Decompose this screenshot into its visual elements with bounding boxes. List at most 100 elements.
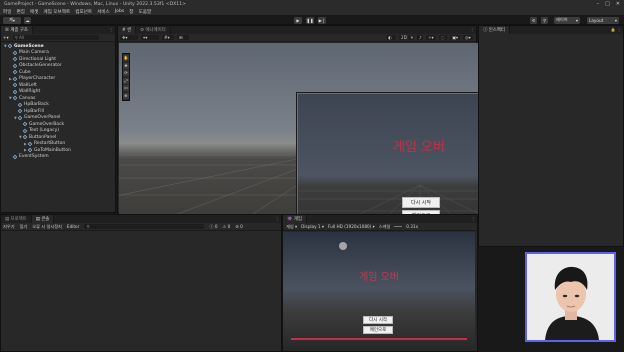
hierarchy-tab-row: ☰ 계층 구조 ⋮: [1, 26, 115, 34]
scale-value: 0.31x: [406, 224, 419, 229]
tab-scene[interactable]: # 씬: [118, 26, 137, 34]
gameobject-icon: [12, 95, 18, 101]
menu-help[interactable]: 도움말: [139, 9, 152, 15]
game-mode-dropdown[interactable]: 게임 ▾: [286, 224, 297, 230]
hierarchy-item-label: RestartButton: [34, 141, 66, 147]
audio-icon[interactable]: ♪: [417, 34, 423, 41]
hand-tool-icon[interactable]: ✋: [123, 55, 129, 61]
panel-menu-icon[interactable]: ⋮: [109, 27, 113, 32]
scale-slider[interactable]: [394, 226, 403, 227]
pivot-dropdown[interactable]: ✥▾: [120, 34, 138, 41]
restart-button[interactable]: 다시 시작: [402, 197, 440, 208]
main-toolbar: 계 ▾ ☁ ▶ ❚❚ ▶❘ ⟲ ⚲ 레이어 ▾ Layout ▾: [0, 15, 624, 25]
rect-tool-icon[interactable]: ▭: [123, 85, 129, 91]
hierarchy-item-label: GameOverBack: [29, 121, 65, 127]
tab-game[interactable]: 👾 게임: [283, 215, 307, 223]
cloud-icon[interactable]: ☁: [24, 16, 31, 24]
panel-menu-icon[interactable]: ⋮: [470, 27, 474, 32]
search-icon[interactable]: ⚲: [541, 16, 548, 24]
tab-hierarchy[interactable]: ☰ 계층 구조: [1, 26, 33, 34]
collapse-button[interactable]: 접기: [20, 224, 28, 230]
camera-icon[interactable]: ▣▾: [450, 34, 460, 41]
error-count[interactable]: ⊘ 0: [235, 224, 243, 229]
clear-button[interactable]: 지우기: [3, 224, 15, 230]
gameobject-icon: [27, 141, 33, 147]
gizmos-icon[interactable]: ◎▾: [463, 34, 473, 41]
account-dropdown[interactable]: 계 ▾: [3, 16, 21, 24]
panel-menu-icon[interactable]: 🔒 ⋮: [611, 27, 621, 32]
scale-tool-icon[interactable]: ⤢: [123, 77, 129, 84]
menu-jobs[interactable]: Jobs: [115, 9, 124, 14]
gameobject-icon: [12, 82, 18, 88]
console-search-input[interactable]: ⚲: [84, 223, 205, 230]
global-dropdown[interactable]: ⌖▾: [141, 34, 159, 41]
gameobject-icon: [22, 121, 28, 127]
scene-toolbar: ✥▾ ⌖▾ #▾ ⊞ ◐ 2D ☀ ♪ ✧▾ ◌ ▣▾ ◎▾: [118, 34, 476, 42]
hierarchy-item-label: Main Camera: [19, 50, 49, 56]
hidden-objects-icon[interactable]: ◌: [439, 34, 447, 41]
hierarchy-item-label: Cube: [19, 69, 31, 75]
gameobject-icon: [27, 147, 33, 153]
2d-toggle[interactable]: 2D: [399, 34, 407, 41]
history-icon[interactable]: ⟲: [530, 16, 537, 24]
window-controls: – □ ✕: [597, 0, 620, 8]
tab-inspector[interactable]: ⓘ 인스펙터: [479, 26, 510, 34]
menu-services[interactable]: 서비스: [97, 9, 110, 15]
lighting-icon[interactable]: ☀: [408, 34, 414, 41]
panel-menu-icon[interactable]: ⋮: [471, 216, 475, 221]
game-viewport[interactable]: 게임 오버 다시 시작 메인으로: [283, 232, 475, 346]
resolution-dropdown[interactable]: Full HD (1920x1080) ▾: [328, 224, 375, 229]
tab-console[interactable]: ▤ 콘솔: [31, 215, 55, 223]
draw-mode-icon[interactable]: ◐: [386, 34, 396, 41]
close-icon[interactable]: ✕: [616, 1, 620, 7]
gameobject-icon: [12, 69, 18, 75]
minimize-icon[interactable]: –: [597, 1, 600, 7]
editor-dropdown[interactable]: Editor: [67, 224, 79, 229]
tab-project[interactable]: ▤ 프로젝트: [1, 215, 32, 223]
error-count-value: 0: [240, 224, 243, 229]
console-tab-label: 콘솔: [41, 217, 50, 222]
gameobject-icon: [17, 108, 23, 114]
game-gameover-text: 게임 오버: [359, 272, 399, 283]
layers-dropdown[interactable]: 레이어 ▾: [554, 16, 580, 24]
menu-gameobject[interactable]: 게임 오브젝트: [43, 9, 70, 15]
mouse-cursor-highlight: [339, 242, 347, 250]
play-button[interactable]: ▶: [294, 16, 302, 24]
console-tab-row: ▤ 프로젝트 ▤ 콘솔 ⋮: [1, 215, 281, 223]
step-button[interactable]: ▶❘: [318, 16, 326, 24]
maximize-icon[interactable]: □: [605, 1, 610, 7]
scale-label: 스케일: [378, 223, 391, 229]
transform-tool-icon[interactable]: ⊕: [123, 92, 129, 99]
menu-component[interactable]: 컴포넌트: [75, 9, 92, 15]
hierarchy-item-label: GoToMainButton: [34, 147, 71, 153]
hierarchy-search-input[interactable]: ⚲ All: [12, 34, 99, 41]
layout-dropdown[interactable]: Layout ▾: [587, 16, 619, 24]
move-tool-icon[interactable]: ✥: [123, 62, 129, 69]
tab-animator[interactable]: ⚙ 애니메이터: [136, 26, 171, 34]
menu-window[interactable]: 창: [129, 9, 133, 15]
console-panel: ▤ 프로젝트 ▤ 콘솔 ⋮ 지우기 접기 오류 시 일시정지 Editor ⚲ …: [0, 214, 282, 352]
menu-assets[interactable]: 에셋: [30, 9, 38, 15]
hierarchy-item-label: GameScene: [14, 43, 44, 49]
display-dropdown[interactable]: Display 1 ▾: [301, 224, 324, 229]
hierarchy-item[interactable]: EventSystem: [1, 154, 115, 161]
error-pause-button[interactable]: 오류 시 일시정지: [32, 224, 62, 230]
increment-snap-icon[interactable]: ⊞: [177, 34, 189, 41]
effects-icon[interactable]: ✧▾: [426, 34, 436, 41]
menu-file[interactable]: 파일: [3, 9, 11, 15]
hierarchy-item-label: EventSystem: [19, 154, 49, 160]
log-count[interactable]: ⓘ 0: [209, 224, 217, 230]
rotate-tool-icon[interactable]: ⟳: [123, 70, 129, 76]
menu-edit[interactable]: 편집: [16, 9, 24, 15]
panel-menu-icon[interactable]: ⋮: [275, 216, 279, 221]
gameobject-icon: [17, 115, 23, 121]
add-icon[interactable]: +▾: [3, 35, 9, 40]
pause-button[interactable]: ❚❚: [306, 16, 314, 24]
project-tab-label: 프로젝트: [10, 217, 27, 222]
game-restart-button[interactable]: 다시 시작: [363, 316, 393, 324]
log-count-value: 0: [214, 223, 218, 229]
grid-snap-icon[interactable]: #▾: [162, 34, 174, 41]
gameobject-icon: [22, 134, 28, 140]
warning-count[interactable]: ⚠ 0: [223, 224, 231, 229]
game-main-button[interactable]: 메인으로: [363, 326, 393, 334]
